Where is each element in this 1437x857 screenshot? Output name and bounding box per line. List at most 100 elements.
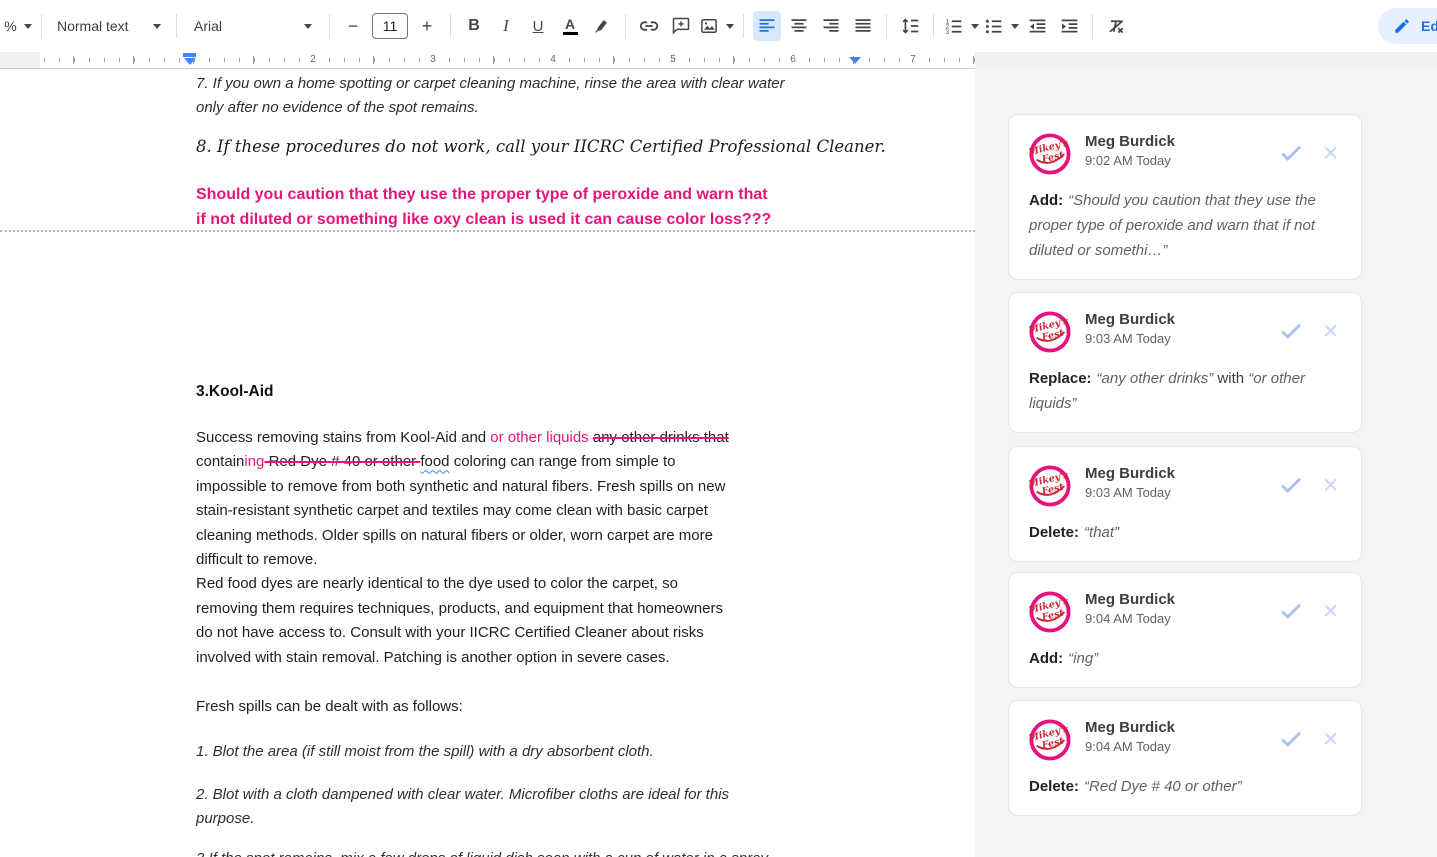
justify-button[interactable] bbox=[849, 11, 877, 41]
suggestion-card[interactable]: Mikey's Fest Meg Burdick 9:04 AM Today D… bbox=[1008, 700, 1362, 816]
ruler-number: 6 bbox=[787, 52, 799, 68]
paragraph-style-select[interactable]: Normal text bbox=[51, 11, 167, 41]
align-center-icon bbox=[789, 16, 809, 36]
divider bbox=[625, 14, 626, 38]
suggestion-text: Add:“Should you caution that they use th… bbox=[1029, 188, 1341, 263]
chevron-down-icon bbox=[971, 24, 979, 29]
clear-formatting-button[interactable] bbox=[1102, 11, 1130, 41]
font-size-input[interactable]: 11 bbox=[372, 13, 408, 39]
align-right-button[interactable] bbox=[817, 11, 845, 41]
divider bbox=[933, 14, 934, 38]
paragraph-step2[interactable]: 2. Blot with a cloth dampened with clear… bbox=[196, 783, 896, 832]
underline-button[interactable]: U bbox=[524, 11, 552, 41]
highlight-color-button[interactable] bbox=[588, 11, 616, 41]
reject-suggestion-icon[interactable] bbox=[1320, 600, 1341, 621]
suggestion-card[interactable]: Mikey's Fest Meg Burdick 9:04 AM Today A… bbox=[1008, 572, 1362, 688]
suggestion-card[interactable]: Mikey's Fest Meg Burdick 9:03 AM Today R… bbox=[1008, 292, 1362, 433]
text-color-button[interactable]: A bbox=[556, 11, 584, 41]
divider bbox=[41, 14, 42, 38]
plus-icon: + bbox=[422, 16, 433, 37]
left-indent-marker[interactable] bbox=[183, 53, 196, 65]
accept-suggestion-icon[interactable] bbox=[1278, 317, 1304, 343]
suggestion-card[interactable]: Mikey's Fest Meg Burdick 9:02 AM Today A… bbox=[1008, 114, 1362, 280]
comment-add-icon bbox=[671, 16, 691, 36]
chevron-down-icon bbox=[24, 24, 32, 29]
editing-mode-label: Editing bbox=[1421, 18, 1437, 34]
avatar: Mikey's Fest bbox=[1029, 311, 1071, 353]
numbered-list-icon: 1 2 3 bbox=[943, 16, 964, 37]
increase-indent-button[interactable] bbox=[1055, 11, 1083, 41]
zoom-select[interactable]: % bbox=[4, 11, 32, 41]
image-icon bbox=[699, 16, 719, 36]
divider bbox=[743, 14, 744, 38]
chevron-down-icon bbox=[153, 24, 161, 29]
paragraph-step3-clipped[interactable]: 3.If the spot remains, mix a few drops o… bbox=[196, 847, 896, 857]
align-right-icon bbox=[821, 16, 841, 36]
bulleted-list-icon bbox=[983, 16, 1004, 37]
document-canvas[interactable]: 7. If you own a home spotting or carpet … bbox=[0, 68, 975, 857]
paragraph-kool-aid[interactable]: Success removing stains from Kool-Aid an… bbox=[196, 426, 896, 670]
avatar: Mikey's Fest bbox=[1029, 133, 1071, 175]
comment-author: Meg Burdick bbox=[1085, 133, 1278, 150]
comment-timestamp: 9:04 AM Today bbox=[1085, 611, 1278, 626]
chevron-down-icon bbox=[726, 24, 734, 29]
paragraph-fresh-spills[interactable]: Fresh spills can be dealt with as follow… bbox=[196, 695, 896, 719]
italic-icon: I bbox=[503, 16, 509, 36]
justify-icon bbox=[853, 16, 873, 36]
reject-suggestion-icon[interactable] bbox=[1320, 728, 1341, 749]
align-center-button[interactable] bbox=[785, 11, 813, 41]
page-break-line bbox=[0, 230, 975, 232]
paragraph-step7[interactable]: 7. If you own a home spotting or carpet … bbox=[196, 72, 896, 121]
insert-link-button[interactable] bbox=[635, 11, 663, 41]
insert-image-button[interactable] bbox=[699, 11, 734, 41]
bold-icon: B bbox=[468, 17, 480, 35]
suggestion-line-1: Success removing stains from Kool-Aid an… bbox=[196, 426, 896, 450]
accept-suggestion-icon[interactable] bbox=[1278, 471, 1304, 497]
right-indent-marker[interactable] bbox=[849, 57, 861, 64]
divider bbox=[886, 14, 887, 38]
clear-formatting-icon bbox=[1106, 16, 1127, 37]
suggested-insertion: ing bbox=[244, 453, 264, 470]
divider bbox=[329, 14, 330, 38]
decrease-indent-button[interactable] bbox=[1023, 11, 1051, 41]
increase-font-size-button[interactable]: + bbox=[413, 11, 441, 41]
bold-button[interactable]: B bbox=[460, 11, 488, 41]
suggested-deletion: any other drinks that bbox=[593, 429, 729, 446]
numbered-list-button[interactable]: 1 2 3 bbox=[943, 11, 979, 41]
line-spacing-button[interactable] bbox=[896, 11, 924, 41]
chevron-down-icon bbox=[304, 24, 312, 29]
align-left-button[interactable] bbox=[753, 11, 781, 41]
accept-suggestion-icon[interactable] bbox=[1278, 597, 1304, 623]
highlighter-icon bbox=[592, 16, 612, 36]
heading-kool-aid[interactable]: 3.Kool-Aid bbox=[196, 380, 896, 404]
accept-suggestion-icon[interactable] bbox=[1278, 139, 1304, 165]
reject-suggestion-icon[interactable] bbox=[1320, 474, 1341, 495]
paragraph-step1[interactable]: 1. Blot the area (if still moist from th… bbox=[196, 740, 896, 764]
font-family-select[interactable]: Arial bbox=[186, 11, 320, 41]
divider bbox=[450, 14, 451, 38]
paragraph-step8[interactable]: 8. If these procedures do not work, call… bbox=[196, 135, 896, 159]
accept-suggestion-icon[interactable] bbox=[1278, 725, 1304, 751]
underline-icon: U bbox=[533, 18, 544, 35]
suggestion-card[interactable]: Mikey's Fest Meg Burdick 9:03 AM Today D… bbox=[1008, 446, 1362, 562]
add-comment-button[interactable] bbox=[667, 11, 695, 41]
comment-author: Meg Burdick bbox=[1085, 719, 1278, 736]
paragraph-pink-question[interactable]: Should you caution that they use the pro… bbox=[196, 183, 896, 232]
reject-suggestion-icon[interactable] bbox=[1320, 320, 1341, 341]
divider bbox=[176, 14, 177, 38]
bulleted-list-button[interactable] bbox=[983, 11, 1019, 41]
avatar: Mikey's Fest bbox=[1029, 465, 1071, 507]
align-left-icon bbox=[757, 16, 777, 36]
italic-button[interactable]: I bbox=[492, 11, 520, 41]
comment-timestamp: 9:04 AM Today bbox=[1085, 739, 1278, 754]
comment-timestamp: 9:03 AM Today bbox=[1085, 331, 1278, 346]
minus-icon: − bbox=[348, 16, 359, 37]
comment-author: Meg Burdick bbox=[1085, 465, 1278, 482]
paragraph-body: impossible to remove from both synthetic… bbox=[196, 475, 896, 670]
decrease-font-size-button[interactable]: − bbox=[339, 11, 367, 41]
reject-suggestion-icon[interactable] bbox=[1320, 142, 1341, 163]
editing-mode-button[interactable]: Editing bbox=[1378, 8, 1437, 44]
ruler-active-region: 2 3 4 5 6 7 bbox=[40, 52, 975, 68]
spellcheck-flagged-word: food bbox=[420, 453, 449, 470]
horizontal-ruler[interactable]: 2 3 4 5 6 7 bbox=[0, 52, 1437, 68]
